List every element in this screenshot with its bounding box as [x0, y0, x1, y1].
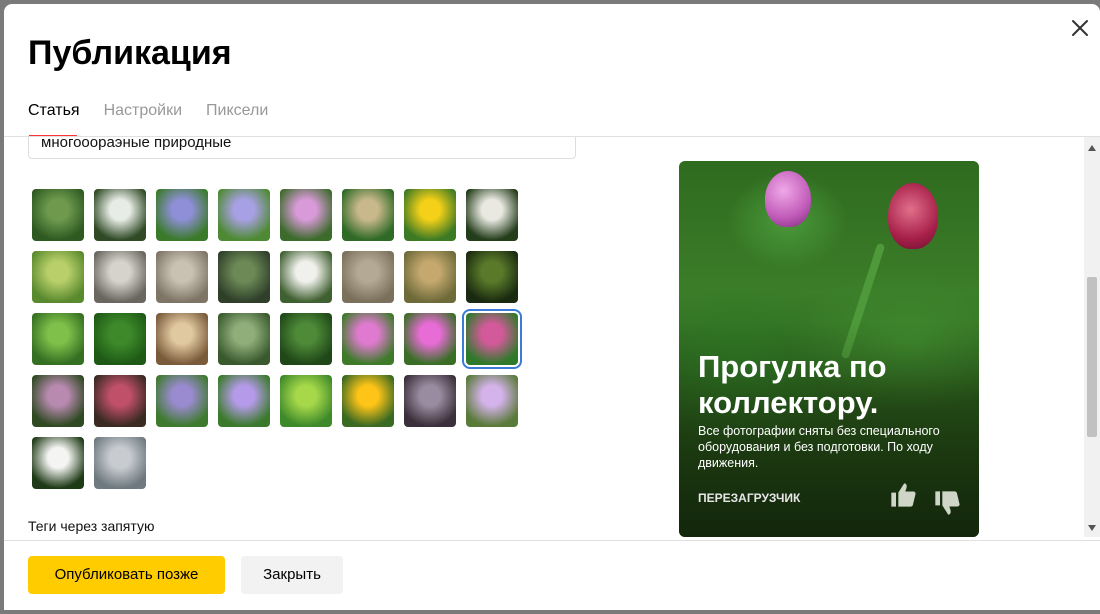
cover-thumbnail-berries-red[interactable] [94, 375, 146, 427]
scroll-up-arrow-icon[interactable] [1088, 145, 1096, 151]
scroll-down-arrow-icon[interactable] [1088, 525, 1096, 531]
cover-thumbnail-green-herbs[interactable] [280, 313, 332, 365]
cover-thumbnail-purple-violet-large[interactable] [218, 189, 270, 241]
cover-thumbnail-field-trees[interactable] [32, 251, 84, 303]
preview-card[interactable]: Прогулка по коллектору. Все фотографии с… [679, 161, 979, 537]
cover-thumbnail-meadow-flowers[interactable] [32, 375, 84, 427]
cover-thumbnail-plantain[interactable] [342, 189, 394, 241]
cover-thumbnail-purple-bells-field[interactable] [156, 375, 208, 427]
cover-thumbnail-yellow-globe[interactable] [342, 375, 394, 427]
cover-thumbnail-white-flower-spike[interactable] [94, 189, 146, 241]
tags-label: Теги через запятую [28, 518, 155, 534]
cover-thumbnail-stream-water[interactable] [218, 251, 270, 303]
cover-thumbnail-insect-on-stone[interactable] [156, 251, 208, 303]
cover-thumbnail-gray-bark[interactable] [94, 251, 146, 303]
cover-thumbnail-rose-bud-leaves[interactable] [462, 309, 522, 369]
cover-thumbnail-fern-clusters[interactable] [218, 313, 270, 365]
cover-thumbnail-meadow-hills[interactable] [32, 189, 84, 241]
publish-later-button[interactable]: Опубликовать позже [28, 556, 225, 594]
cover-thumbnail-white-small-flowers[interactable] [280, 251, 332, 303]
rose-bud-image [888, 183, 938, 249]
modal-title: Публикация [28, 34, 232, 72]
footer-divider [4, 540, 1100, 541]
cover-thumbnail-dry-umbels[interactable] [404, 375, 456, 427]
cover-thumbnail-white-flower-cluster[interactable] [32, 437, 84, 489]
close-icon[interactable] [1068, 16, 1092, 40]
cover-thumbnail-yellow-buttercup[interactable] [404, 189, 456, 241]
cover-thumbnail-purple-bellflower[interactable] [218, 375, 270, 427]
tab-settings[interactable]: Настройки [104, 102, 182, 120]
card-author: ПЕРЕЗАГРУЗЧИК [698, 491, 801, 505]
article-content: многооораэные природные Теги через запят… [4, 137, 1084, 537]
cover-thumbnail-pink-clover[interactable] [280, 189, 332, 241]
card-description: Все фотографии сняты без специального об… [698, 424, 940, 470]
cover-thumbnail-lilac-cluster[interactable] [466, 375, 518, 427]
cover-thumbnail-white-blossoms[interactable] [466, 189, 518, 241]
tab-bar: Статья Настройки Пиксели [28, 102, 292, 120]
cover-thumbnail-cloudy-sky[interactable] [94, 437, 146, 489]
pink-bud-image [765, 171, 811, 227]
article-text-field[interactable]: многооораэные природные [28, 137, 576, 159]
cover-thumbnail-mushroom[interactable] [156, 313, 208, 365]
tab-pixels[interactable]: Пиксели [206, 102, 268, 120]
cover-thumbnail-ladybug-leaf[interactable] [32, 313, 84, 365]
scrollbar-thumb[interactable] [1087, 277, 1097, 437]
thumbs-up-icon[interactable] [889, 481, 917, 509]
close-button[interactable]: Закрыть [241, 556, 343, 594]
thumbs-down-icon[interactable] [933, 489, 961, 517]
card-title: Прогулка по коллектору. [698, 349, 887, 420]
cover-thumbnail-dry-grass[interactable] [404, 251, 456, 303]
cover-thumbnail-dark-leaves[interactable] [466, 251, 518, 303]
publication-modal: Публикация Статья Настройки Пиксели мног… [4, 4, 1100, 610]
article-text-value: многооораэные природные [41, 137, 232, 151]
cover-thumbnail-pink-bud[interactable] [342, 313, 394, 365]
cover-thumbnail-pink-rose[interactable] [404, 313, 456, 365]
tab-article[interactable]: Статья [28, 102, 80, 120]
cover-thumbnail-grass-yellow-dots[interactable] [280, 375, 332, 427]
cover-image-grid [32, 189, 532, 489]
content-scrollbar[interactable] [1084, 137, 1100, 537]
cover-thumbnail-dry-ground[interactable] [342, 251, 394, 303]
cover-thumbnail-purple-violet-small[interactable] [156, 189, 208, 241]
cover-thumbnail-beetle-leaf[interactable] [94, 313, 146, 365]
